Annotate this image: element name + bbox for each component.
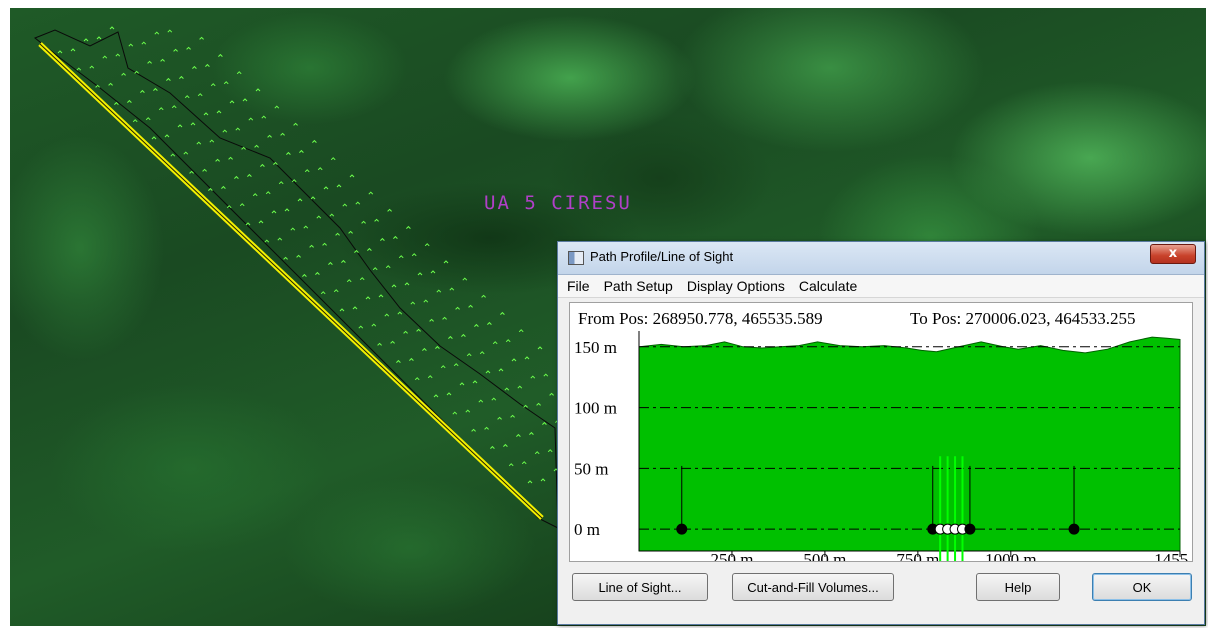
- x-tick-label: 1455 m: [1154, 550, 1192, 561]
- observer-marker: [676, 523, 688, 535]
- observer-marker: [1068, 523, 1080, 535]
- y-tick-label: 50 m: [574, 459, 608, 478]
- ok-button[interactable]: OK: [1092, 573, 1192, 601]
- menu-calculate[interactable]: Calculate: [792, 278, 864, 294]
- profile-panel: From Pos: 268950.778, 465535.589 To Pos:…: [569, 302, 1193, 562]
- x-tick-label: 500 m: [803, 550, 846, 561]
- path-profile-dialog[interactable]: Path Profile/Line of Sight x File Path S…: [557, 241, 1205, 625]
- dialog-title: Path Profile/Line of Sight: [590, 249, 734, 264]
- terrain-profile-area: [638, 336, 1181, 552]
- x-tick-label: 250 m: [710, 550, 753, 561]
- window-icon: [568, 251, 584, 265]
- y-tick-label: 0 m: [574, 520, 600, 539]
- menu-bar: File Path Setup Display Options Calculat…: [558, 275, 1204, 298]
- help-button[interactable]: Help: [976, 573, 1060, 601]
- menu-file[interactable]: File: [560, 278, 597, 294]
- menu-display-options[interactable]: Display Options: [680, 278, 792, 294]
- grid-points: [57, 26, 560, 484]
- x-tick-label: 750 m: [896, 550, 939, 561]
- line-of-sight-button[interactable]: Line of Sight...: [572, 573, 708, 601]
- cut-and-fill-button[interactable]: Cut-and-Fill Volumes...: [732, 573, 894, 601]
- menu-path-setup[interactable]: Path Setup: [597, 278, 680, 294]
- observer-marker: [964, 523, 976, 535]
- close-button[interactable]: x: [1150, 244, 1196, 264]
- y-tick-label: 100 m: [574, 399, 617, 418]
- parcel-boundary: [34, 29, 559, 529]
- dialog-titlebar[interactable]: Path Profile/Line of Sight x: [558, 242, 1204, 275]
- profile-chart[interactable]: 150 m 100 m 50 m 0 m 250 m 500 m 750 m 1000 m 14…: [570, 303, 1192, 561]
- y-tick-label: 150 m: [574, 338, 617, 357]
- map-area-label: UA 5 CIRESU: [484, 192, 632, 214]
- x-tick-label: 1000 m: [985, 550, 1036, 561]
